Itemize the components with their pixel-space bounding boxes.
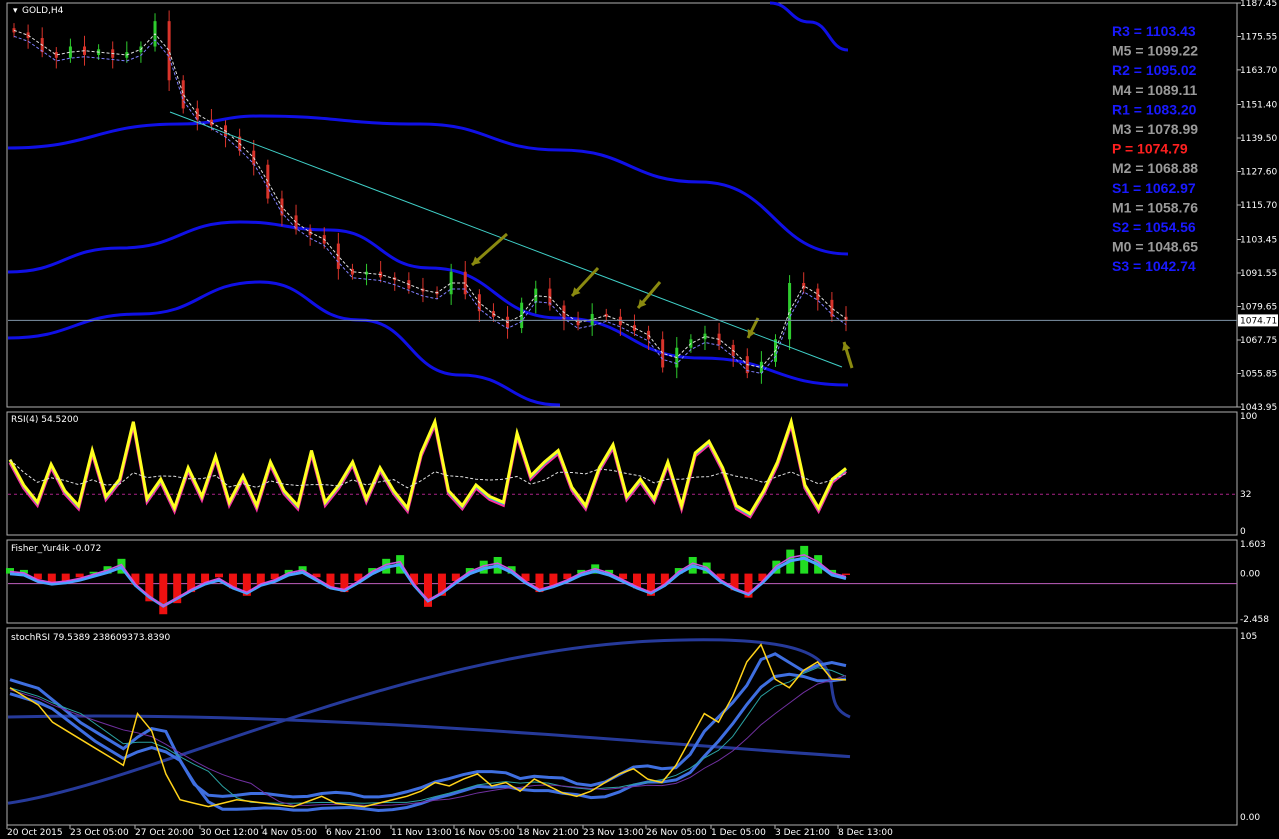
pivot-level-m0: M0 = 1048.65 [1112,239,1198,255]
pivot-level-r2: R2 = 1095.02 [1112,62,1197,78]
time-tick-label: 11 Nov 13:00 [391,828,452,838]
pivot-level-m2: M2 = 1068.88 [1112,160,1198,176]
time-tick-label: 23 Nov 13:00 [583,828,644,838]
stochrsi-panel[interactable]: 105 0.00 [7,632,1260,823]
panel-frame-main [6,2,1238,408]
rsi-panel[interactable]: 100 32 0 [8,412,1257,537]
price-tick-label: 1139.50 [1240,134,1277,144]
candle-body [661,339,665,368]
price-tick-label: 1151.40 [1240,100,1277,110]
fisher-tick-label: 1.603 [1240,540,1266,550]
time-tick-label: 26 Nov 05:00 [646,828,707,838]
price-axis: 1187.45 1175.55 1163.70 1151.40 1139.50 1127.… [1237,0,1277,413]
descending-trendline [169,111,843,368]
time-tick-label: 27 Oct 20:00 [135,828,194,838]
price-tick-label: 1091.55 [1240,269,1277,279]
candle-body [167,21,171,81]
fisher-bar [75,573,84,578]
pivot-levels: R3 = 1103.43 M5 = 1099.22 R2 = 1095.02 M4 =… [1112,23,1198,274]
time-tick-label: 20 Oct 2015 [7,828,63,838]
symbol-title: GOLD,H4 [22,6,64,16]
time-tick-label: 16 Nov 05:00 [454,828,515,838]
fisher-bar [842,573,850,575]
fisher-tick-label: -2.458 [1240,615,1269,625]
price-tick-label: 1163.70 [1240,66,1277,76]
pivot-level-s1: S1 = 1062.97 [1112,180,1196,196]
time-tick-label: 6 Nov 21:00 [326,828,381,838]
time-tick-label: 3 Dec 21:00 [775,828,830,838]
time-tick-label: 8 Dec 13:00 [838,828,893,838]
moving-average-line [13,35,847,374]
triangle-down-icon[interactable]: ▾ [13,6,18,16]
candle-body [266,164,270,199]
time-axis: 20 Oct 2015 23 Oct 05:00 27 Oct 20:00 30 Oc… [6,825,893,838]
current-price-line: 1074.71 [8,314,1278,327]
envelope-band-1 [7,114,849,256]
stoch-slow-curve [7,638,851,805]
pivot-level-m3: M3 = 1078.99 [1112,121,1198,137]
envelope-band-4 [769,1,849,52]
envelope-band-3 [7,280,561,407]
time-tick-label: 4 Nov 05:00 [262,828,317,838]
moving-averages [13,29,847,374]
price-tick-label: 1175.55 [1240,33,1277,43]
price-tick-label: 1187.45 [1240,0,1277,9]
stochrsi-title: stochRSI 79.5389 238609373.8390 [11,633,171,643]
time-tick-label: 30 Oct 12:00 [200,828,259,838]
candle-body [181,80,185,109]
candle-body [647,330,651,340]
rsi-tick-label: 32 [1240,490,1251,500]
time-tick-label: 18 Nov 21:00 [518,828,579,838]
candle-body [26,32,30,39]
fisher-tick-label: 0.00 [1240,570,1260,580]
stoch-tick-label: 0.00 [1240,813,1260,823]
candle-body [788,282,792,340]
price-tick-label: 1127.60 [1240,167,1277,177]
pivot-level-r3: R3 = 1103.43 [1112,23,1196,39]
pivot-level-p: P = 1074.79 [1112,141,1188,157]
stoch-tick-label: 105 [1240,632,1257,642]
pivot-level-m1: M1 = 1058.76 [1112,199,1198,215]
rsi-tick-label: 0 [1240,527,1246,537]
trendline[interactable] [169,111,843,368]
candle-body [816,288,820,300]
pivot-level-s2: S2 = 1054.56 [1112,219,1196,235]
panel-frames [6,2,1238,826]
price-tick-label: 1115.70 [1240,201,1277,211]
panel-frame-stoch [6,627,1238,826]
trading-chart[interactable]: 1187.45 1175.55 1163.70 1151.40 1139.50 1127.… [0,0,1279,839]
pivot-level-m4: M4 = 1089.11 [1112,82,1197,98]
fisher-bar [215,573,223,578]
fisher-title: Fisher_Yur4ik -0.072 [11,544,101,554]
price-tick-label: 1079.65 [1240,302,1277,312]
price-tick-label: 1067.75 [1240,336,1277,346]
price-panel[interactable]: 1187.45 1175.55 1163.70 1151.40 1139.50 1127.… [7,0,1278,413]
fisher-bar [159,573,168,615]
moving-average-line [13,29,847,368]
candle-body [830,299,834,317]
envelope-bands [7,1,849,407]
candlesticks [12,10,848,384]
price-tick-label: 1055.85 [1240,369,1277,379]
rsi-title: RSI(4) 54.5200 [11,415,79,425]
time-tick-label: 1 Dec 05:00 [711,828,766,838]
pivot-level-s3: S3 = 1042.74 [1112,258,1196,274]
time-tick-label: 23 Oct 05:00 [70,828,129,838]
stoch-avg-line [9,667,847,804]
current-price-label: 1074.71 [1240,316,1277,326]
pivot-level-r1: R1 = 1083.20 [1112,101,1197,117]
price-tick-label: 1103.45 [1240,235,1277,245]
envelope-band-2 [7,220,849,387]
candle-body [336,243,340,269]
rsi-tick-label: 100 [1240,412,1257,422]
pivot-level-m5: M5 = 1099.22 [1112,43,1198,59]
fisher-panel[interactable]: 1.603 0.00 -2.458 [6,540,1269,625]
